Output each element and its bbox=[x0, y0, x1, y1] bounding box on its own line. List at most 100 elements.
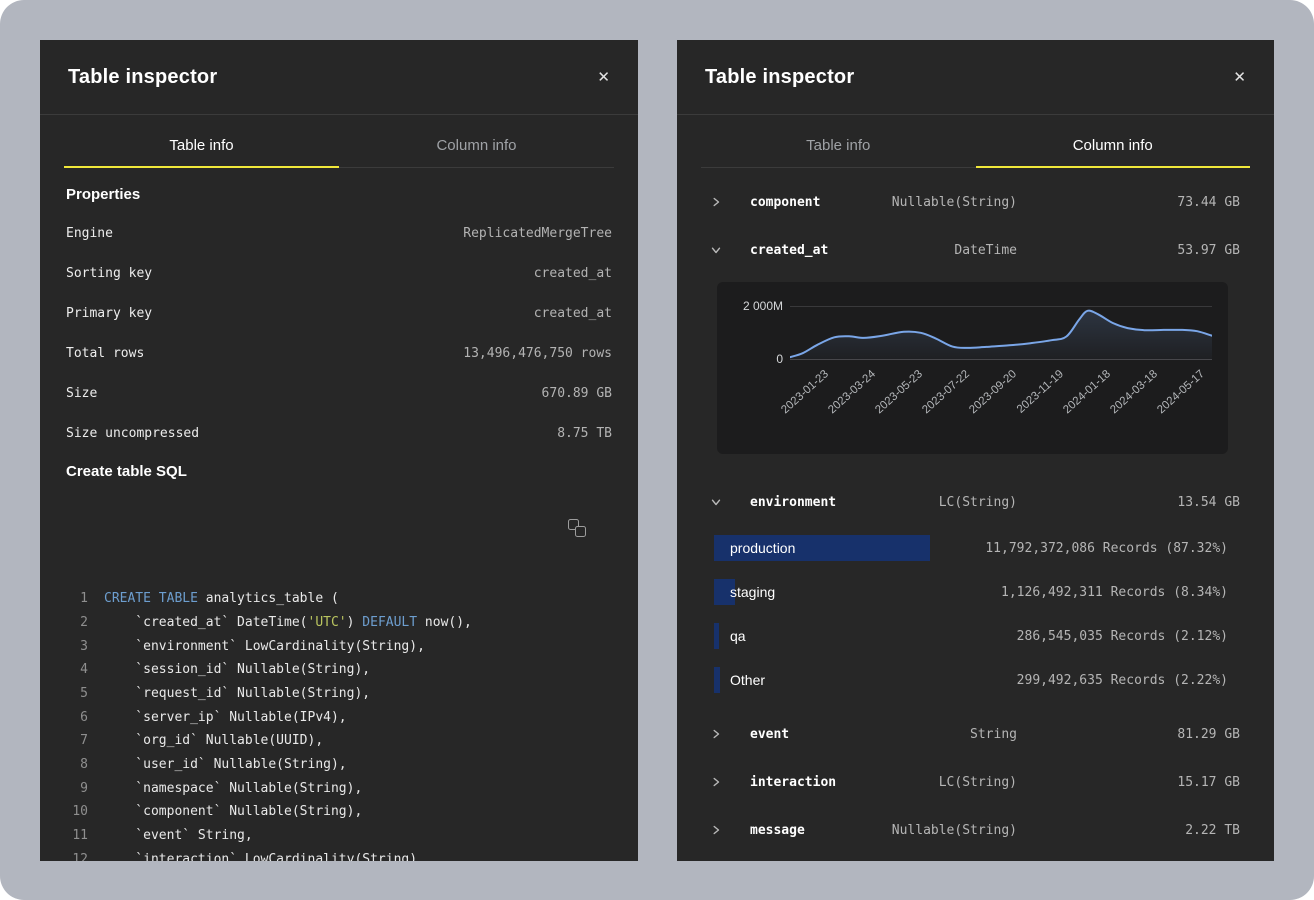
property-label: Engine bbox=[66, 226, 113, 241]
chevron-right-icon[interactable] bbox=[711, 729, 721, 739]
sql-text: `org_id` Nullable(UUID), bbox=[104, 733, 323, 748]
properties-list: Engine ReplicatedMergeTree Sorting key crea… bbox=[66, 213, 612, 453]
chevron-down-icon[interactable] bbox=[711, 497, 721, 507]
sql-string: 'UTC' bbox=[308, 615, 347, 630]
column-size: 2.22 TB bbox=[1017, 823, 1240, 838]
tab-column-info[interactable]: Column info bbox=[976, 137, 1251, 168]
column-name: component bbox=[750, 195, 820, 210]
sql-text: `request_id` Nullable(String), bbox=[104, 686, 370, 701]
env-value-records: 299,492,635 Records (2.22%) bbox=[1017, 673, 1228, 688]
env-value-row: qa 286,545,035 Records (2.12%) bbox=[677, 614, 1274, 658]
code-text: `component` Nullable(String), bbox=[104, 800, 362, 824]
code-line: 5 `request_id` Nullable(String), bbox=[66, 682, 612, 706]
code-text: `interaction` LowCardinality(String), bbox=[104, 848, 425, 861]
property-value: 13,496,476,750 rows bbox=[463, 346, 612, 361]
tab-table-info[interactable]: Table info bbox=[64, 137, 339, 168]
x-tick-label: 2023-11-19 bbox=[1015, 368, 1066, 416]
close-icon[interactable]: ✕ bbox=[597, 70, 610, 85]
close-icon[interactable]: ✕ bbox=[1233, 70, 1246, 85]
line-number: 6 bbox=[66, 706, 88, 730]
property-value: ReplicatedMergeTree bbox=[463, 226, 612, 241]
property-row: Engine ReplicatedMergeTree bbox=[66, 213, 612, 253]
line-number: 2 bbox=[66, 611, 88, 635]
copy-icon[interactable] bbox=[568, 519, 586, 537]
column-row-message[interactable]: messageNullable(String)2.22 TB bbox=[677, 806, 1274, 854]
sql-code-block: 1CREATE TABLE analytics_table (2 `create… bbox=[66, 516, 612, 861]
dialog-title: Table inspector bbox=[68, 66, 217, 89]
area-chart bbox=[790, 302, 1212, 360]
properties-section-title: Properties bbox=[66, 181, 612, 209]
chevron-right-icon[interactable] bbox=[711, 777, 721, 787]
dialog-header: Table inspector ✕ bbox=[677, 40, 1274, 115]
line-number: 11 bbox=[66, 824, 88, 848]
property-row: Sorting key created_at bbox=[66, 253, 612, 293]
sql-text: `session_id` Nullable(String), bbox=[104, 662, 370, 677]
property-label: Size uncompressed bbox=[66, 426, 199, 441]
env-value-row: production 11,792,372,086 Records (87.32%… bbox=[677, 526, 1274, 570]
area-fill bbox=[790, 311, 1212, 359]
table-info-content: Properties Engine ReplicatedMergeTree Sort… bbox=[40, 181, 638, 861]
property-label: Size bbox=[66, 386, 97, 401]
x-tick-label: 2024-01-18 bbox=[1061, 368, 1113, 416]
line-number: 8 bbox=[66, 753, 88, 777]
env-value-records: 286,545,035 Records (2.12%) bbox=[1017, 629, 1228, 644]
column-name: event bbox=[750, 727, 789, 742]
sql-text: `interaction` LowCardinality(String), bbox=[104, 852, 425, 861]
code-text: `org_id` Nullable(UUID), bbox=[104, 729, 323, 753]
tab-column-info[interactable]: Column info bbox=[339, 137, 614, 168]
column-type: Nullable(String) bbox=[805, 823, 1017, 838]
property-value: created_at bbox=[534, 306, 612, 321]
env-value-label: staging bbox=[730, 584, 775, 600]
column-row-interaction[interactable]: interactionLC(String)15.17 GB bbox=[677, 758, 1274, 806]
code-line: 8 `user_id` Nullable(String), bbox=[66, 753, 612, 777]
sql-text: now(), bbox=[417, 615, 472, 630]
dialog-header: Table inspector ✕ bbox=[40, 40, 638, 115]
sql-text: ) bbox=[347, 615, 363, 630]
chevron-down-icon[interactable] bbox=[711, 245, 721, 255]
code-line: 6 `server_ip` Nullable(IPv4), bbox=[66, 706, 612, 730]
property-label: Total rows bbox=[66, 346, 144, 361]
sql-keyword: DEFAULT bbox=[362, 615, 417, 630]
code-line: 4 `session_id` Nullable(String), bbox=[66, 658, 612, 682]
chevron-right-icon[interactable] bbox=[711, 825, 721, 835]
line-number: 10 bbox=[66, 800, 88, 824]
env-value-bar bbox=[714, 667, 720, 693]
property-value: created_at bbox=[534, 266, 612, 281]
tab-table-info[interactable]: Table info bbox=[701, 137, 976, 168]
code-text: CREATE TABLE analytics_table ( bbox=[104, 587, 339, 611]
property-label: Sorting key bbox=[66, 266, 152, 281]
line-number: 3 bbox=[66, 635, 88, 659]
column-type: DateTime bbox=[828, 243, 1017, 258]
code-text: `request_id` Nullable(String), bbox=[104, 682, 370, 706]
column-size: 13.54 GB bbox=[1017, 495, 1240, 510]
line-number: 7 bbox=[66, 729, 88, 753]
property-row: Total rows 13,496,476,750 rows bbox=[66, 333, 612, 373]
column-row-environment[interactable]: environmentLC(String)13.54 GB bbox=[677, 478, 1274, 526]
column-type: Nullable(String) bbox=[820, 195, 1017, 210]
code-line: 3 `environment` LowCardinality(String), bbox=[66, 635, 612, 659]
created-at-histogram-card: 2 000M 0 2023-01-232023-03-242023-05-232… bbox=[717, 282, 1228, 454]
column-row-event[interactable]: eventString81.29 GB bbox=[677, 710, 1274, 758]
screenshot-background: Table inspector ✕ Table info Column info… bbox=[0, 0, 1314, 900]
sql-text: `component` Nullable(String), bbox=[104, 804, 362, 819]
env-value-label: qa bbox=[730, 628, 746, 644]
line-number: 5 bbox=[66, 682, 88, 706]
env-value-records: 11,792,372,086 Records (87.32%) bbox=[985, 541, 1228, 556]
code-line: 12 `interaction` LowCardinality(String), bbox=[66, 848, 612, 861]
chevron-right-icon[interactable] bbox=[711, 197, 721, 207]
x-tick-label: 2023-09-20 bbox=[967, 368, 1019, 416]
property-label: Primary key bbox=[66, 306, 152, 321]
column-size: 15.17 GB bbox=[1017, 775, 1240, 790]
code-line: 9 `namespace` Nullable(String), bbox=[66, 777, 612, 801]
x-tick-label: 2023-07-22 bbox=[920, 368, 972, 416]
env-value-bar bbox=[714, 623, 719, 649]
column-name: interaction bbox=[750, 775, 836, 790]
sql-code-lines: 1CREATE TABLE analytics_table (2 `create… bbox=[66, 587, 612, 861]
column-row-component[interactable]: componentNullable(String)73.44 GB bbox=[677, 178, 1274, 226]
code-text: `event` String, bbox=[104, 824, 253, 848]
env-value-label: production bbox=[730, 540, 795, 556]
code-text: `user_id` Nullable(String), bbox=[104, 753, 347, 777]
column-row-created_at[interactable]: created_atDateTime53.97 GB bbox=[677, 226, 1274, 274]
sql-text: `user_id` Nullable(String), bbox=[104, 757, 347, 772]
column-name: environment bbox=[750, 495, 836, 510]
